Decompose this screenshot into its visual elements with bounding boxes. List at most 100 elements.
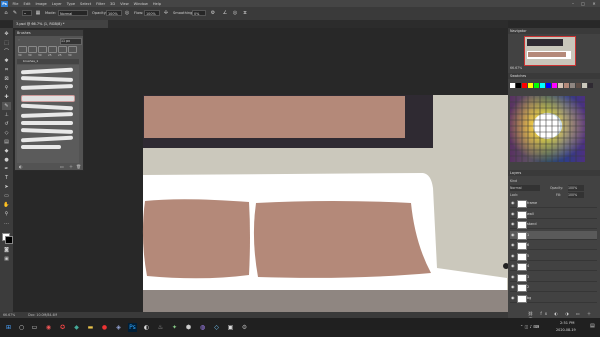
layer-row[interactable]: ◉ 5 [510, 252, 597, 261]
visibility-eye-icon[interactable]: ◉ [511, 241, 515, 249]
layer-row[interactable]: ◉ frame [510, 199, 597, 208]
menu-3d[interactable]: 3D [108, 2, 118, 6]
app-icon-8[interactable]: ⬢ [184, 323, 193, 332]
stamp-tool-icon[interactable]: ⊥ [2, 111, 11, 119]
visibility-eye-icon[interactable]: ◉ [511, 252, 515, 260]
app-icon-1[interactable]: ◉ [44, 323, 53, 332]
menu-window[interactable]: Window [131, 2, 150, 6]
move-tool-icon[interactable]: ✥ [2, 30, 11, 38]
lasso-tool-icon[interactable]: ⌒ [2, 48, 11, 56]
layer-row[interactable]: ◉ bg [510, 294, 597, 303]
brush-tool-icon[interactable]: ✎ [12, 10, 18, 16]
brush-stroke-1[interactable] [20, 67, 74, 75]
frame-tool-icon[interactable]: ⊠ [2, 75, 11, 83]
brush-preset-picker[interactable]: • [22, 10, 32, 16]
brushes-panel-title[interactable]: Brushes [15, 30, 83, 36]
menu-type[interactable]: Type [64, 2, 77, 6]
photoshop-logo-icon[interactable]: Ps [1, 0, 8, 7]
visibility-eye-icon[interactable]: ◉ [511, 220, 515, 228]
layer-filter-row[interactable]: Kind [510, 178, 597, 184]
quick-mask-icon[interactable]: ◙ [2, 246, 11, 254]
app-icon-7[interactable]: ✦ [170, 323, 179, 332]
brush-stroke-10[interactable] [21, 145, 61, 149]
menu-help[interactable]: Help [150, 2, 163, 6]
smoothing-settings-icon[interactable]: ⚙ [210, 10, 216, 16]
brush-preset-2[interactable] [28, 46, 37, 53]
swatches-title[interactable]: Swatches [508, 73, 600, 79]
status-zoom[interactable]: 66.67% [3, 313, 15, 317]
layer-row[interactable]: ◉ 1 [510, 230, 597, 240]
layer-row[interactable]: ◉ 3 [510, 273, 597, 282]
app-icon-5[interactable]: ◈ [114, 323, 123, 332]
artwork-canvas[interactable] [13, 28, 508, 318]
brush-stroke-8[interactable] [20, 128, 74, 134]
blur-tool-icon[interactable]: ◆ [2, 147, 11, 155]
visibility-eye-icon[interactable]: ◉ [511, 231, 515, 239]
screen-mode-icon[interactable]: ▣ [2, 255, 11, 263]
brush-tool-icon[interactable]: ✎ [2, 102, 11, 110]
quick-select-tool-icon[interactable]: ✱ [2, 57, 11, 65]
zoom-tool-icon[interactable]: ⚲ [2, 210, 11, 218]
canvas-area[interactable] [13, 28, 508, 318]
layer-opacity-input[interactable]: 100% [568, 185, 584, 191]
eraser-tool-icon[interactable]: ◇ [2, 129, 11, 137]
visibility-eye-icon[interactable]: ◉ [511, 262, 515, 270]
brush-preset-4[interactable] [48, 46, 57, 53]
color-wheel-swatches[interactable] [510, 96, 585, 162]
brush-stroke-7[interactable] [21, 121, 73, 125]
maximize-icon[interactable]: □ [578, 0, 588, 7]
notification-icon[interactable]: ▤ [590, 323, 595, 329]
menu-image[interactable]: Image [33, 2, 49, 6]
brush-stroke-6[interactable] [20, 112, 74, 118]
smoothing-input[interactable]: 0% [192, 10, 206, 16]
pressure-size-icon[interactable]: ◎ [232, 10, 238, 16]
gradient-tool-icon[interactable]: ▤ [2, 138, 11, 146]
new-brush-icon[interactable]: ＋ [69, 164, 73, 170]
swatch-rows[interactable] [510, 81, 597, 95]
visibility-eye-icon[interactable]: ◉ [511, 283, 515, 291]
navigator-preview[interactable] [524, 36, 576, 66]
menu-filter[interactable]: Filter [94, 2, 108, 6]
close-icon[interactable]: ✕ [589, 0, 599, 7]
layer-row[interactable]: ◉ stand [510, 220, 597, 229]
start-icon[interactable]: ⊞ [4, 323, 13, 332]
app-icon-4[interactable]: ● [100, 323, 109, 332]
taskbar-date[interactable]: 2020-08-19 [556, 328, 576, 332]
visibility-eye-icon[interactable]: ◉ [511, 294, 515, 302]
taskbar-time[interactable]: 2:51 PM [560, 321, 574, 325]
steam-icon[interactable]: ♨ [156, 323, 165, 332]
type-tool-icon[interactable]: T [2, 174, 11, 182]
app-icon-12[interactable]: ⚙ [240, 323, 249, 332]
shape-tool-icon[interactable]: ▭ [2, 192, 11, 200]
airbrush-icon[interactable]: ✢ [163, 10, 169, 16]
menu-edit[interactable]: Edit [21, 2, 33, 6]
brush-preset-6[interactable] [68, 46, 77, 53]
brush-stroke-5[interactable] [20, 103, 74, 111]
app-icon-9[interactable]: ◍ [198, 323, 207, 332]
blend-mode-select[interactable]: Normal [510, 185, 540, 191]
background-color-swatch[interactable] [5, 236, 13, 244]
app-icon-6[interactable]: ◐ [142, 323, 151, 332]
brush-preset-3[interactable] [38, 46, 47, 53]
marquee-tool-icon[interactable]: ⬚ [2, 39, 11, 47]
healing-tool-icon[interactable]: ✚ [2, 93, 11, 101]
path-select-tool-icon[interactable]: ➤ [2, 183, 11, 191]
dodge-tool-icon[interactable]: ● [2, 156, 11, 164]
opacity-input[interactable]: 100% [106, 10, 122, 16]
eyedropper-tool-icon[interactable]: ⚲ [2, 84, 11, 92]
mode-select[interactable]: Normal [58, 10, 88, 16]
layers-title[interactable]: Layers [508, 170, 600, 176]
brush-settings-icon[interactable]: ▦ [35, 10, 41, 16]
app-icon-10[interactable]: ◇ [212, 323, 221, 332]
menu-select[interactable]: Select [78, 2, 94, 6]
file-explorer-icon[interactable]: ▬ [86, 323, 95, 332]
brush-size-input[interactable]: 11 px [60, 38, 82, 45]
brush-folder[interactable]: brushes_1 [17, 59, 79, 64]
brush-preset-5[interactable] [58, 46, 67, 53]
menu-view[interactable]: View [118, 2, 132, 6]
brush-stroke-9[interactable] [20, 135, 74, 143]
navigator-zoom[interactable]: 66.67% [510, 66, 522, 70]
brush-preset-1[interactable] [18, 46, 27, 53]
pressure-opacity-icon[interactable]: ◎ [124, 10, 130, 16]
tray-icons[interactable]: ⌃ ◫ ♪ ⌨ [520, 324, 539, 329]
